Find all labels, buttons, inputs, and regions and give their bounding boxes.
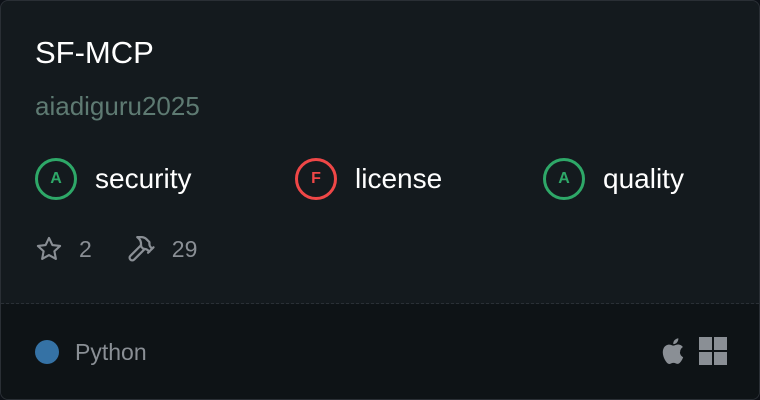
tools-stat: 29 [126, 234, 198, 264]
platform-icons [645, 335, 727, 367]
hammer-icon [128, 236, 155, 262]
tools-count: 29 [171, 235, 198, 262]
stars-count: 2 [79, 235, 92, 262]
license-grade-badge: F [295, 158, 337, 200]
card-footer: Python [1, 304, 759, 399]
quality-grade-badge: A [543, 158, 585, 200]
server-name[interactable]: SF-MCP [35, 33, 154, 73]
server-author[interactable]: aiadiguru2025 [35, 88, 200, 124]
language-indicator: Python [35, 337, 147, 367]
stats-row: 2 29 [35, 231, 231, 267]
server-card[interactable]: SF-MCP aiadiguru2025 A security F licens… [0, 0, 760, 400]
star-icon [36, 236, 62, 260]
quality-label: quality [603, 163, 684, 194]
security-label: security [95, 163, 192, 194]
stars-stat: 2 [35, 235, 92, 263]
windows-icon [699, 337, 727, 365]
security-grade-badge: A [35, 158, 77, 200]
license-label: license [355, 163, 443, 194]
license-score: F license [295, 156, 442, 202]
language-name: Python [75, 338, 147, 365]
apple-icon [662, 338, 684, 364]
security-score: A security [35, 156, 191, 202]
quality-score: A quality [543, 156, 684, 202]
language-color-dot [35, 340, 59, 364]
